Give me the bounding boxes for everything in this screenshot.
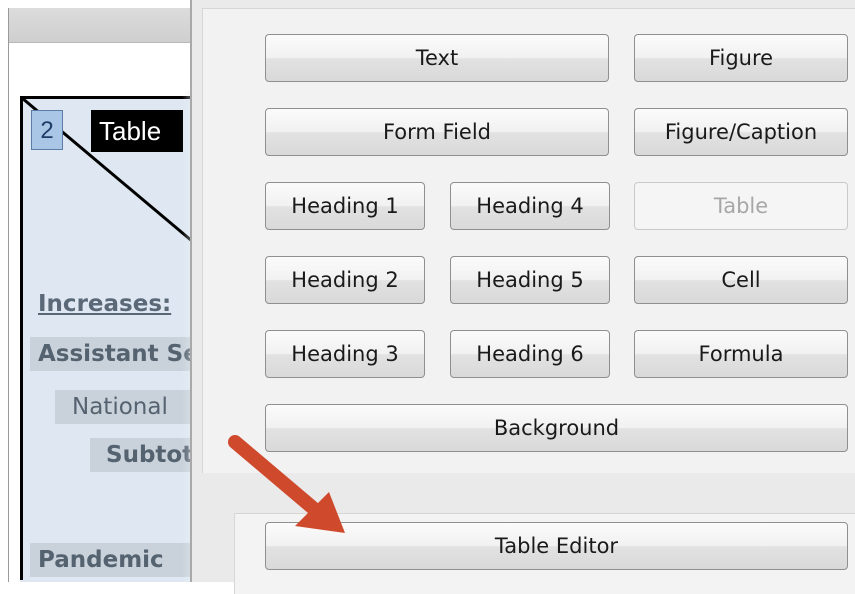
annotation-arrow-icon: [228, 435, 345, 533]
table-button: Table: [634, 182, 848, 230]
region-tag-label[interactable]: Table: [91, 110, 183, 152]
heading-1-button[interactable]: Heading 1: [265, 182, 425, 230]
heading-2-button[interactable]: Heading 2: [265, 256, 425, 304]
form-field-button[interactable]: Form Field: [265, 108, 609, 156]
document-view: 2 Table Increases: Assistant Se National…: [0, 0, 219, 582]
reading-order-number[interactable]: 2: [31, 110, 63, 150]
formula-button[interactable]: Formula: [634, 330, 848, 378]
figure-button[interactable]: Figure: [634, 34, 848, 82]
row-label-increases: Increases:: [38, 291, 172, 317]
document-edge: [8, 8, 9, 582]
heading-4-button[interactable]: Heading 4: [450, 182, 610, 230]
text-button[interactable]: Text: [265, 34, 609, 82]
heading-3-button[interactable]: Heading 3: [265, 330, 425, 378]
figure-caption-button[interactable]: Figure/Caption: [634, 108, 848, 156]
cell-button[interactable]: Cell: [634, 256, 848, 304]
heading-6-button[interactable]: Heading 6: [450, 330, 610, 378]
document-toolbar: [8, 8, 205, 43]
heading-5-button[interactable]: Heading 5: [450, 256, 610, 304]
